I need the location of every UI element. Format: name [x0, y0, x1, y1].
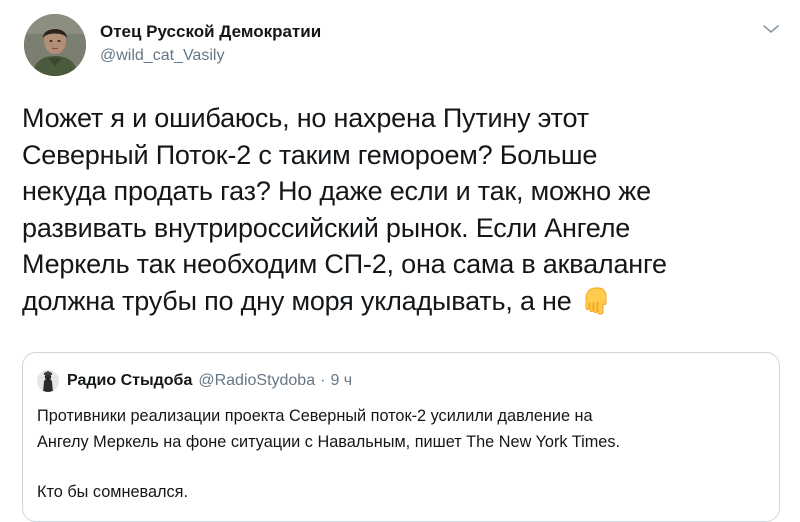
- portrait-photo-icon: [24, 14, 86, 76]
- quoted-author-avatar[interactable]: [37, 370, 59, 392]
- tweet-text-line-last: должна трубы по дну моря укладывать, а н…: [22, 283, 792, 320]
- quoted-text-line: Противники реализации проекта Северный п…: [37, 407, 593, 425]
- tweet-text-line: некуда продать газ? Но даже если и так, …: [22, 176, 651, 207]
- tweet-card: Отец Русской Демократии @wild_cat_Vasily…: [0, 0, 800, 522]
- separator-dot: ·: [320, 372, 326, 389]
- author-display-name[interactable]: Отец Русской Демократии: [100, 22, 321, 42]
- quoted-tweet-header: Радио Стыдоба @RadioStydoba · 9 ч: [37, 369, 352, 393]
- quoted-tweet-text: Противники реализации проекта Северный п…: [37, 403, 767, 505]
- quoted-tweet-time[interactable]: 9 ч: [330, 372, 352, 390]
- tweet-text-line: должна трубы по дну моря укладывать, а н…: [22, 285, 572, 316]
- quoted-text-spacer: [37, 455, 767, 479]
- author-handle[interactable]: @wild_cat_Vasily: [100, 46, 321, 66]
- statue-avatar-icon: [37, 370, 59, 392]
- quoted-author-name[interactable]: Радио Стыдоба: [67, 372, 192, 390]
- quoted-text-line: Ангелу Меркель на фоне ситуации с Наваль…: [37, 433, 621, 451]
- author-info: Отец Русской Демократии @wild_cat_Vasily: [100, 22, 321, 66]
- tweet-text-line: Меркель так необходим СП-2, она сама в а…: [22, 249, 667, 280]
- tweet-text: Может я и ошибаюсь, но нахрена Путину эт…: [22, 100, 792, 320]
- quoted-tweet[interactable]: Радио Стыдоба @RadioStydoba · 9 ч Против…: [22, 352, 780, 522]
- chevron-down-icon: [763, 25, 779, 33]
- tweet-menu-button[interactable]: [760, 20, 782, 38]
- tweet-text-line: Может я и ошибаюсь, но нахрена Путину эт…: [22, 103, 589, 133]
- author-avatar[interactable]: [24, 14, 86, 76]
- tweet-text-line: Северный Поток-2 с таким гемороем? Больш…: [22, 139, 598, 170]
- quoted-text-tail: Кто бы сомневался.: [37, 483, 189, 501]
- quoted-author-handle[interactable]: @RadioStydoba: [198, 372, 315, 390]
- pointing-down-hand-emoji: [580, 286, 612, 316]
- tweet-text-line: развивать внутрироссийский рынок. Если А…: [22, 212, 631, 243]
